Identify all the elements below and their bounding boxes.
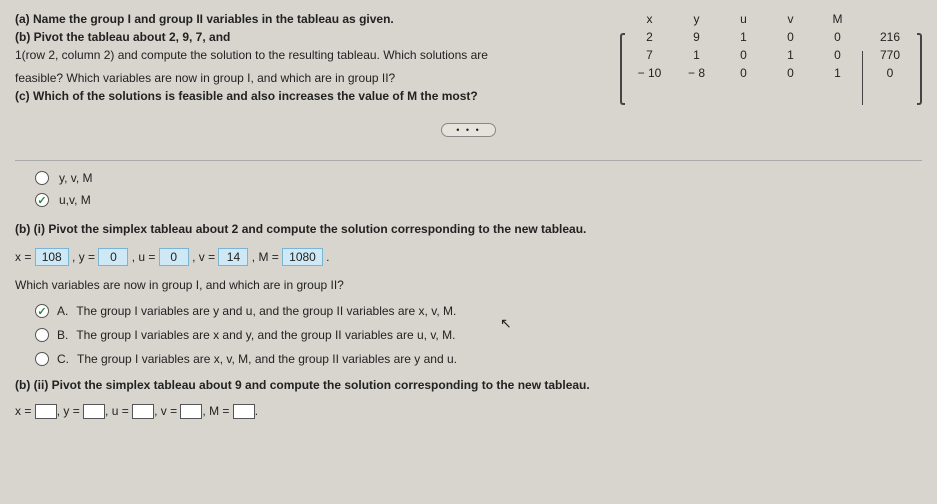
cursor-icon: ↖	[500, 315, 512, 332]
result-cell: 0	[887, 64, 894, 82]
option-letter: C.	[57, 352, 69, 366]
part-bii-intro: (b) (ii) Pivot the simplex tableau about…	[15, 378, 922, 392]
col-u: u	[740, 10, 747, 28]
answer-u[interactable]: 0	[159, 248, 189, 266]
group-question: Which variables are now in group I, and …	[15, 278, 922, 292]
result-cell: 216	[880, 28, 900, 46]
option-letter: A.	[57, 304, 68, 318]
cell: 9	[693, 28, 700, 46]
col-v: v	[788, 10, 794, 28]
eq-text: , M =	[248, 250, 282, 264]
part-bi-intro: (b) (i) Pivot the simplex tableau about …	[15, 222, 922, 236]
input-u[interactable]	[132, 404, 154, 419]
divider	[15, 160, 922, 161]
radio-option-b[interactable]	[35, 328, 49, 342]
option-text: The group I variables are y and u, and t…	[76, 304, 456, 318]
eq-text: .	[255, 404, 258, 418]
option-text: The group I variables are x and y, and t…	[76, 328, 455, 342]
option-text: The group I variables are x, v, M, and t…	[77, 352, 457, 366]
part-c-label: (c) Which of the solutions is feasible a…	[15, 89, 478, 103]
radio-group-2: A. The group I variables are y and u, an…	[35, 304, 922, 366]
cell: 2	[646, 28, 653, 46]
answer-y[interactable]: 0	[98, 248, 128, 266]
cell: − 10	[638, 64, 662, 82]
cell: 0	[787, 28, 794, 46]
radio-uvm[interactable]	[35, 193, 49, 207]
radio-label: u,v, M	[59, 193, 91, 207]
eq-text: , M =	[202, 404, 232, 418]
eq-text: , u =	[105, 404, 132, 418]
radio-option-a[interactable]	[35, 304, 49, 318]
answer-x[interactable]: 108	[35, 248, 69, 266]
cell: 0	[740, 46, 747, 64]
cell: − 8	[688, 64, 705, 82]
cell: 0	[787, 64, 794, 82]
question-text: (a) Name the group I and group II variab…	[15, 10, 600, 105]
result-cell: 770	[880, 46, 900, 64]
input-v[interactable]	[180, 404, 202, 419]
radio-option-c[interactable]	[35, 352, 49, 366]
part-b-cont: 1(row 2, column 2) and compute the solut…	[15, 46, 600, 64]
cell: 0	[834, 28, 841, 46]
more-button[interactable]: • • •	[441, 123, 495, 137]
eq-text: , y =	[69, 250, 99, 264]
eq-text: x =	[15, 250, 35, 264]
eq-text: , y =	[57, 404, 83, 418]
part-a-label: (a) Name the group I and group II variab…	[15, 12, 394, 26]
option-letter: B.	[57, 328, 68, 342]
cell: 1	[693, 46, 700, 64]
cell: 1	[787, 46, 794, 64]
cell: 7	[646, 46, 653, 64]
feasible-q: feasible? Which variables are now in gro…	[15, 69, 600, 87]
input-M[interactable]	[233, 404, 255, 419]
cell: 1	[834, 64, 841, 82]
radio-group-1: y, v, M u,v, M	[35, 171, 922, 207]
eq-text: , v =	[189, 250, 219, 264]
cell: 0	[834, 46, 841, 64]
radio-yvm[interactable]	[35, 171, 49, 185]
col-M: M	[833, 10, 843, 28]
input-x[interactable]	[35, 404, 57, 419]
simplex-tableau: x 2 7 − 10 y 9 1 − 8 u 1 0 0 v 0 1 0 M 0…	[620, 10, 922, 105]
input-y[interactable]	[83, 404, 105, 419]
col-y: y	[694, 10, 700, 28]
eq-text: , v =	[154, 404, 180, 418]
part-b-label: (b) Pivot the tableau about 2, 9, 7, and	[15, 30, 230, 44]
radio-label: y, v, M	[59, 171, 93, 185]
eq-text: x =	[15, 404, 35, 418]
cell: 1	[740, 28, 747, 46]
answer-M[interactable]: 1080	[282, 248, 323, 266]
eq-text: , u =	[128, 250, 158, 264]
cell: 0	[740, 64, 747, 82]
eq-text: .	[323, 250, 330, 264]
col-x: x	[647, 10, 653, 28]
answer-v[interactable]: 14	[218, 248, 248, 266]
